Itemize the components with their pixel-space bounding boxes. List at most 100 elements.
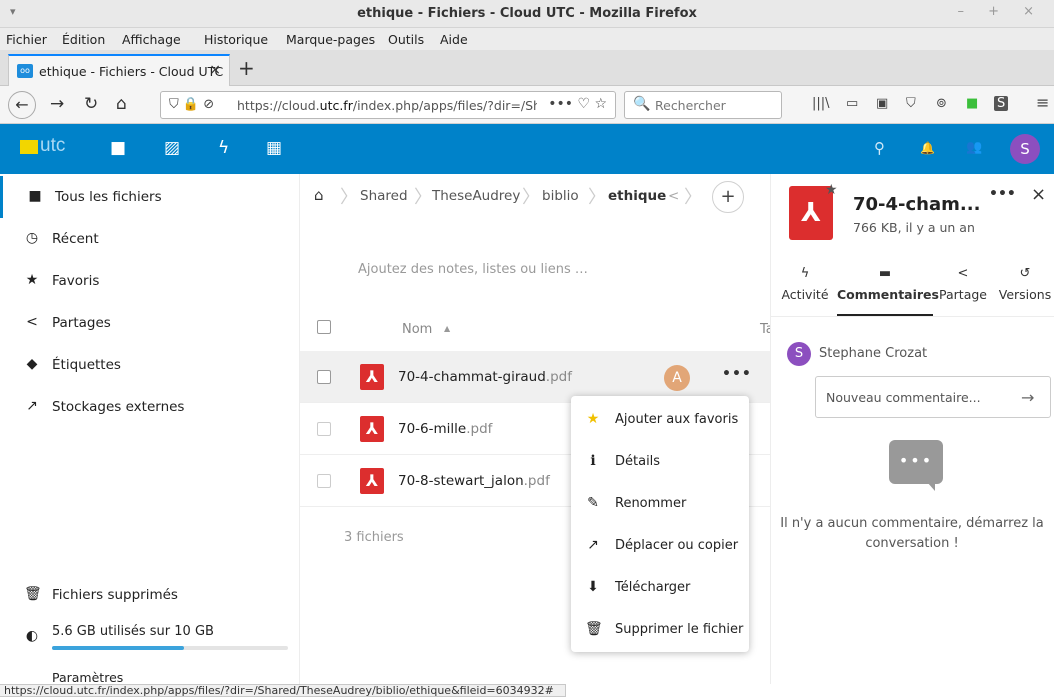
url-text[interactable]: https://cloud.utc.fr/index.php/apps/file… bbox=[237, 98, 537, 113]
file-checkbox[interactable] bbox=[317, 422, 331, 436]
contacts-icon[interactable]: 👥 bbox=[966, 140, 982, 155]
tab-label: Commentaires bbox=[837, 287, 939, 302]
column-name[interactable]: Nom bbox=[402, 322, 432, 337]
calendar-app-icon[interactable]: ▦ bbox=[266, 138, 282, 158]
sidebar-item-favorites[interactable]: ★ Favoris bbox=[0, 260, 300, 302]
menu-item-delete[interactable]: 🗑 Supprimer le fichier bbox=[571, 608, 749, 650]
star-icon: ★ bbox=[25, 272, 39, 288]
nav-toolbar: ← → ↻ ⌂ ⛉ 🔒 ⊘ https://cloud.utc.fr/index… bbox=[0, 86, 1054, 124]
sidebar-item-all-files[interactable]: ■ Tous les fichiers bbox=[0, 176, 300, 218]
file-name[interactable]: 70-4-chammat-giraud.pdf bbox=[398, 369, 572, 385]
file-name[interactable]: 70-8-stewart_jalon.pdf bbox=[398, 473, 550, 489]
window-controls[interactable]: – + × bbox=[957, 4, 1044, 19]
menu-item-label: Ajouter aux favoris bbox=[615, 412, 739, 427]
trash-icon: 🗑 bbox=[585, 621, 603, 637]
share-icon[interactable]: < bbox=[668, 188, 679, 204]
ublock-icon[interactable]: ⛉ bbox=[906, 96, 916, 111]
home-icon[interactable]: ⌂ bbox=[314, 186, 324, 204]
menu-affichage[interactable]: Affichage bbox=[122, 32, 181, 47]
favorite-star-icon[interactable]: ★ bbox=[825, 182, 838, 198]
tab-comments[interactable]: ▬ Commentaires bbox=[837, 266, 939, 316]
search-placeholder[interactable]: Rechercher bbox=[655, 98, 726, 113]
breadcrumb-shared[interactable]: Shared bbox=[360, 188, 408, 204]
sidebar-item-quota[interactable]: ◐ 5.6 GB utilisés sur 10 GB bbox=[0, 616, 300, 658]
menu-item-rename[interactable]: ✎ Renommer bbox=[571, 482, 749, 524]
utc-logo[interactable]: utc bbox=[20, 135, 82, 163]
send-arrow-icon[interactable]: → bbox=[1021, 388, 1034, 407]
notes-placeholder[interactable]: Ajoutez des notes, listes ou liens … bbox=[358, 262, 588, 277]
menu-aide[interactable]: Aide bbox=[440, 32, 468, 47]
shared-by-avatar[interactable]: A bbox=[664, 365, 690, 391]
close-icon[interactable]: × bbox=[1031, 184, 1046, 205]
sidebar-item-shares[interactable]: < Partages bbox=[0, 302, 300, 344]
extension-icon[interactable]: ⊚ bbox=[936, 96, 947, 111]
folder-icon: ■ bbox=[28, 188, 42, 204]
menu-fichier[interactable]: Fichier bbox=[6, 32, 47, 47]
sidebar-item-deleted-files[interactable]: 🗑 Fichiers supprimés bbox=[0, 574, 300, 616]
gallery-app-icon[interactable]: ▨ bbox=[164, 138, 180, 158]
window-titlebar: ▾ ethique - Fichiers - Cloud UTC - Mozil… bbox=[0, 0, 1054, 28]
info-icon: i bbox=[590, 453, 596, 469]
green-extension-icon[interactable]: ■ bbox=[966, 96, 978, 111]
tab-activity[interactable]: ϟ Activité bbox=[779, 266, 831, 316]
reload-button[interactable]: ↻ bbox=[84, 94, 98, 114]
add-new-button[interactable]: + bbox=[712, 181, 744, 213]
breadcrumb: ⌂ 〉 Shared 〉 TheseAudrey 〉 biblio 〉 ethi… bbox=[300, 174, 770, 220]
select-all-checkbox[interactable] bbox=[317, 320, 331, 334]
user-avatar[interactable]: S bbox=[1010, 134, 1040, 164]
breadcrumb-theseaudrey[interactable]: TheseAudrey bbox=[432, 188, 520, 204]
files-app-icon[interactable]: ■ bbox=[110, 138, 126, 158]
sidebar-toggle-icon[interactable]: ▣ bbox=[876, 96, 888, 111]
details-title: 70-4-cham... bbox=[853, 194, 981, 215]
reader-icon[interactable]: ▭ bbox=[846, 96, 858, 111]
details-more-icon[interactable]: ••• bbox=[989, 186, 1016, 202]
file-checkbox[interactable] bbox=[317, 474, 331, 488]
external-link-icon: ↗ bbox=[26, 398, 38, 414]
utc-logo-mark bbox=[20, 140, 38, 154]
comment-icon: ▬ bbox=[878, 266, 892, 281]
sidebar-item-tags[interactable]: ◆ Étiquettes bbox=[0, 344, 300, 386]
home-button[interactable]: ⌂ bbox=[116, 94, 127, 114]
comment-user-avatar: S bbox=[787, 342, 811, 366]
pdf-file-icon: ⅄ bbox=[360, 364, 384, 390]
menu-outils[interactable]: Outils bbox=[388, 32, 424, 47]
search-icon: 🔍 bbox=[633, 96, 651, 112]
search-icon[interactable]: ⚲ bbox=[874, 139, 885, 157]
menu-marque-pages[interactable]: Marque-pages bbox=[286, 32, 375, 47]
forward-button[interactable]: → bbox=[50, 94, 64, 114]
hamburger-menu-icon[interactable]: ≡ bbox=[1036, 93, 1049, 112]
file-checkbox[interactable] bbox=[317, 370, 331, 384]
file-name[interactable]: 70-6-mille.pdf bbox=[398, 421, 492, 437]
sidebar-item-recent[interactable]: ◷ Récent bbox=[0, 218, 300, 260]
menu-item-add-favorite[interactable]: ★ Ajouter aux favoris bbox=[571, 398, 749, 440]
sidebar-item-external-storage[interactable]: ↗ Stockages externes bbox=[0, 386, 300, 428]
url-actions-icons[interactable]: ••• ♡ ☆ bbox=[548, 96, 607, 112]
url-bar[interactable]: ⛉ 🔒 ⊘ https://cloud.utc.fr/index.php/app… bbox=[160, 91, 616, 119]
back-button[interactable]: ← bbox=[8, 91, 36, 119]
s-extension-icon[interactable]: S bbox=[994, 96, 1009, 111]
more-actions-icon[interactable]: ••• bbox=[722, 366, 752, 382]
activity-app-icon[interactable]: ϟ bbox=[218, 138, 229, 158]
breadcrumb-biblio[interactable]: biblio bbox=[542, 188, 579, 204]
browser-tab[interactable]: oo ethique - Fichiers - Cloud UTC × bbox=[8, 54, 230, 86]
menu-historique[interactable]: Historique bbox=[204, 32, 268, 47]
url-security-icons[interactable]: ⛉ 🔒 ⊘ bbox=[169, 97, 214, 112]
library-icon[interactable]: |||\ bbox=[812, 96, 830, 111]
pencil-icon: ✎ bbox=[587, 495, 599, 511]
tab-versions[interactable]: ↺ Versions bbox=[997, 266, 1053, 316]
tab-sharing[interactable]: < Partage bbox=[935, 266, 991, 316]
new-tab-button[interactable]: + bbox=[238, 56, 255, 80]
details-subtitle: 766 KB, il y a un an bbox=[853, 220, 975, 235]
tab-close-icon[interactable]: × bbox=[209, 62, 221, 78]
menu-item-download[interactable]: ⬇ Télécharger bbox=[571, 566, 749, 608]
menu-item-move-copy[interactable]: ↗ Déplacer ou copier bbox=[571, 524, 749, 566]
new-comment-input[interactable] bbox=[815, 376, 1051, 418]
notifications-icon[interactable]: 🔔 bbox=[920, 141, 935, 155]
breadcrumb-separator: 〉 bbox=[684, 187, 702, 208]
menu-item-details[interactable]: i Détails bbox=[571, 440, 749, 482]
settings-link[interactable]: Paramètres bbox=[52, 670, 123, 685]
menu-edition[interactable]: Édition bbox=[62, 32, 105, 47]
search-bar[interactable]: 🔍 Rechercher bbox=[624, 91, 782, 119]
quota-progress-fill bbox=[52, 646, 185, 650]
breadcrumb-ethique[interactable]: ethique bbox=[608, 188, 666, 204]
